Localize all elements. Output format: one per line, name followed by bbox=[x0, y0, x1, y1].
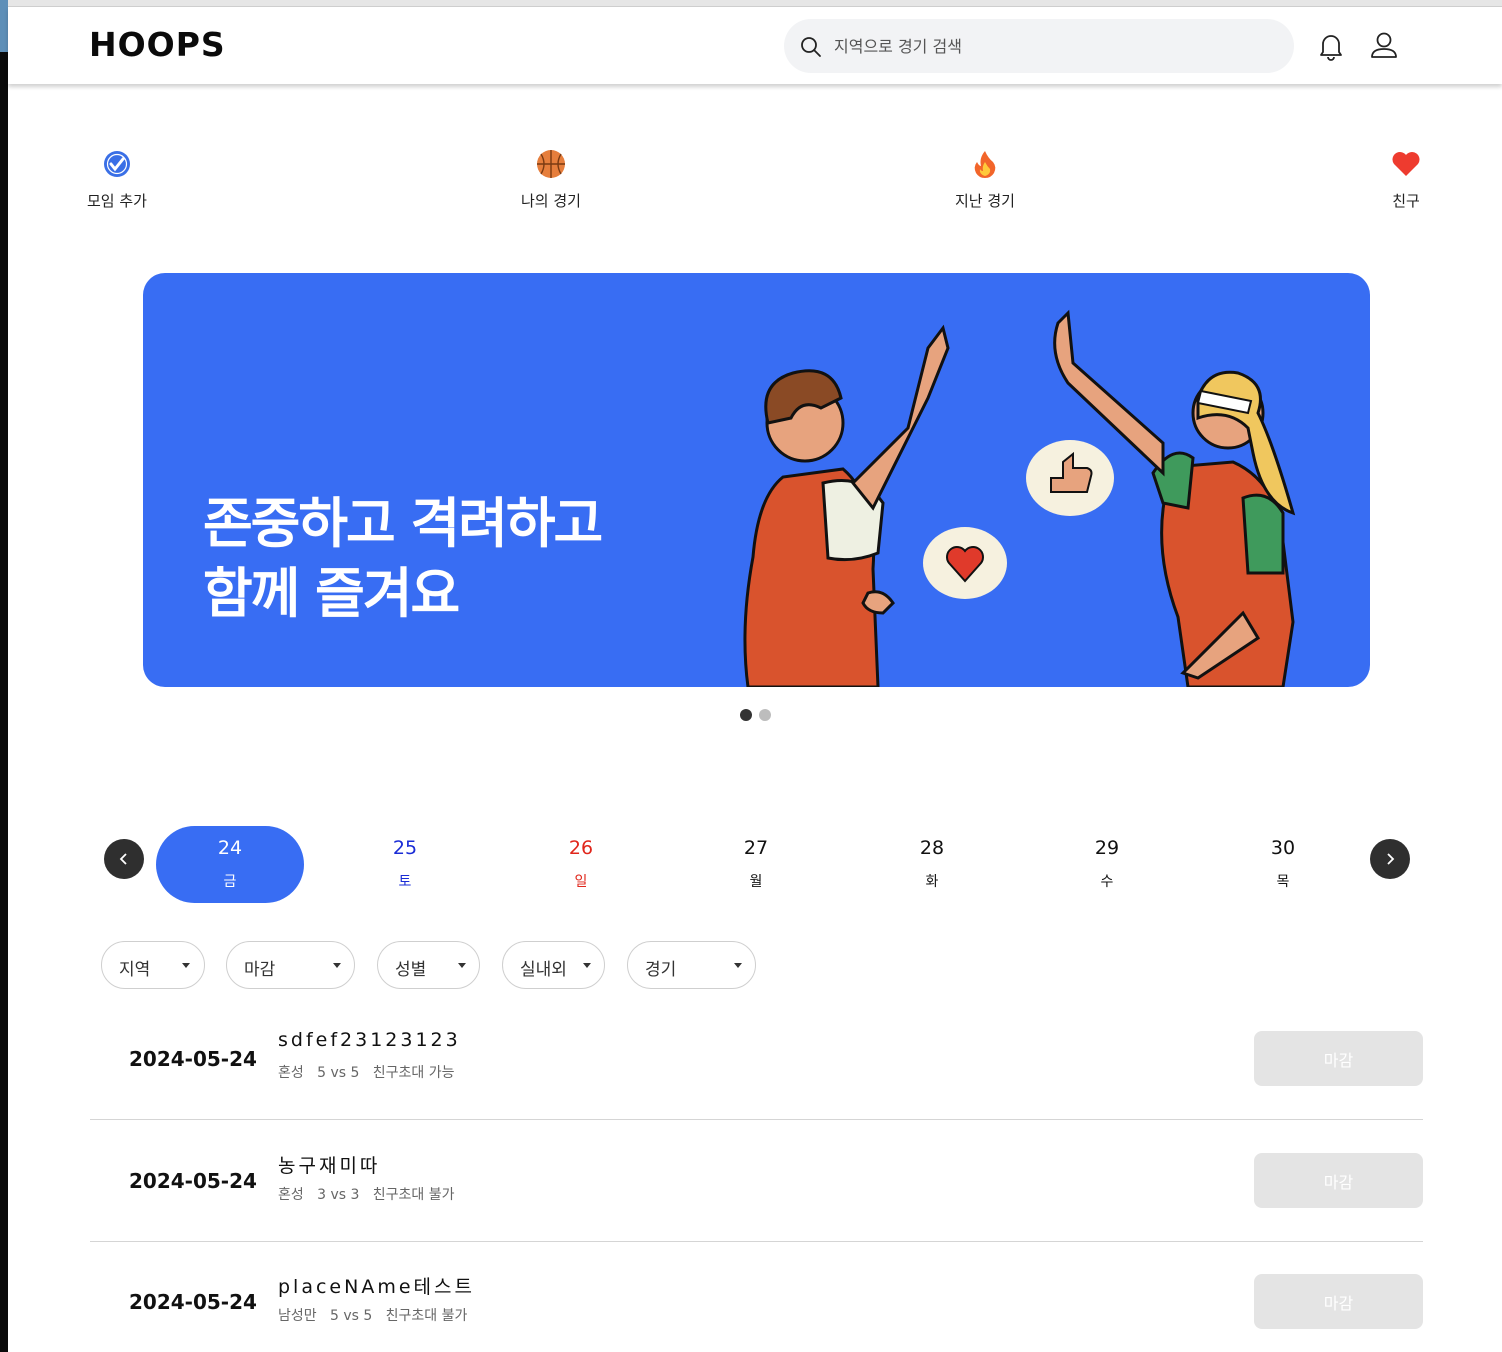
caret-down-icon bbox=[458, 963, 466, 968]
match-gender: 혼성 bbox=[278, 1187, 304, 1203]
day-number: 25 bbox=[392, 837, 418, 859]
carousel-dot-active[interactable] bbox=[740, 709, 752, 721]
carousel-indicator bbox=[740, 706, 778, 725]
browser-top-bar bbox=[8, 0, 1502, 7]
quick-menu-add-meeting[interactable]: 모임 추가 bbox=[87, 148, 147, 211]
filter-label: 실내외 bbox=[520, 960, 567, 980]
heart-icon bbox=[1392, 152, 1420, 176]
day-number: 24 bbox=[217, 837, 243, 859]
filter-label: 성별 bbox=[395, 960, 427, 980]
match-date: 2024-05-24 bbox=[129, 1169, 257, 1193]
day-of-week: 금 bbox=[223, 874, 237, 890]
day-of-week: 월 bbox=[749, 874, 763, 890]
filter-game-dropdown[interactable]: 경기 bbox=[627, 941, 756, 989]
day-number: 27 bbox=[743, 837, 769, 859]
quick-menu-label: 지난 경기 bbox=[955, 192, 1015, 210]
banner-line-2: 함께 즐겨요 bbox=[203, 562, 460, 625]
banner-line-1: 존중하고 격려하고 bbox=[203, 492, 603, 555]
search-bar[interactable] bbox=[784, 19, 1294, 73]
divider bbox=[90, 1241, 1423, 1242]
match-date: 2024-05-24 bbox=[129, 1047, 257, 1071]
day-of-week: 수 bbox=[1100, 874, 1114, 890]
calendar-day[interactable]: 25 토 bbox=[331, 826, 479, 903]
match-place-name: placeNAme테스트 bbox=[278, 1276, 475, 1298]
match-meta: 남성만 5 vs 5 친구초대 불가 bbox=[278, 1305, 467, 1325]
window-edge bbox=[0, 0, 8, 1352]
calendar-day[interactable]: 30 목 bbox=[1209, 826, 1357, 903]
filter-region-dropdown[interactable]: 지역 bbox=[101, 941, 205, 989]
day-number: 28 bbox=[919, 837, 945, 859]
quick-menu-past-games[interactable]: 지난 경기 bbox=[955, 148, 1015, 211]
quick-menu-label: 나의 경기 bbox=[521, 192, 581, 210]
caret-down-icon bbox=[182, 963, 190, 968]
filter-indoor-outdoor-dropdown[interactable]: 실내외 bbox=[502, 941, 605, 989]
promo-banner[interactable]: 존중하고 격려하고 함께 즐겨요 bbox=[143, 273, 1370, 687]
match-invite: 친구초대 불가 bbox=[372, 1187, 455, 1203]
match-place-name: sdfef23123123 bbox=[278, 1029, 461, 1051]
match-format: 3 vs 3 bbox=[317, 1187, 360, 1203]
filter-label: 지역 bbox=[119, 960, 151, 980]
match-date: 2024-05-24 bbox=[129, 1290, 257, 1314]
search-icon bbox=[801, 37, 821, 57]
match-list-item[interactable]: 2024-05-24 placeNAme테스트 남성만 5 vs 5 친구초대 … bbox=[90, 1243, 1423, 1352]
banner-headline: 존중하고 격려하고 함께 즐겨요 bbox=[203, 489, 603, 629]
quick-menu-my-games[interactable]: 나의 경기 bbox=[521, 148, 581, 211]
day-number: 26 bbox=[568, 837, 594, 859]
logo[interactable]: HOOPS bbox=[89, 25, 226, 64]
filter-label: 경기 bbox=[645, 960, 677, 980]
filter-deadline-dropdown[interactable]: 마감 bbox=[226, 941, 355, 989]
basketball-icon bbox=[536, 150, 565, 178]
filter-gender-dropdown[interactable]: 성별 bbox=[377, 941, 480, 989]
match-format: 5 vs 5 bbox=[330, 1308, 373, 1324]
caret-down-icon bbox=[583, 963, 591, 968]
match-meta: 혼성 3 vs 3 친구초대 불가 bbox=[278, 1184, 455, 1204]
calendar-day[interactable]: 27 월 bbox=[682, 826, 830, 903]
calendar-prev-button[interactable] bbox=[104, 839, 144, 879]
match-place-name: 농구재미따 bbox=[278, 1155, 381, 1177]
chevron-right-icon bbox=[1387, 853, 1395, 865]
chevron-left-icon bbox=[119, 853, 127, 865]
closed-button[interactable]: 마감 bbox=[1254, 1274, 1423, 1329]
match-gender: 혼성 bbox=[278, 1065, 304, 1081]
carousel-dot[interactable] bbox=[759, 709, 771, 721]
fire-icon bbox=[974, 151, 996, 178]
divider bbox=[90, 1119, 1423, 1120]
quick-menu-label: 모임 추가 bbox=[87, 192, 147, 210]
day-of-week: 일 bbox=[574, 874, 588, 890]
search-input[interactable] bbox=[834, 29, 1264, 63]
caret-down-icon bbox=[734, 963, 742, 968]
high-five-illustration bbox=[743, 309, 1296, 687]
calendar-next-button[interactable] bbox=[1370, 839, 1410, 879]
match-list-item[interactable]: 2024-05-24 sdfef23123123 혼성 5 vs 5 친구초대 … bbox=[90, 1000, 1423, 1121]
closed-button[interactable]: 마감 bbox=[1254, 1153, 1423, 1208]
day-number: 30 bbox=[1270, 837, 1296, 859]
calendar-day[interactable]: 28 화 bbox=[858, 826, 1006, 903]
bell-icon[interactable] bbox=[1318, 31, 1344, 61]
blue-check-badge-icon bbox=[103, 151, 130, 177]
match-meta: 혼성 5 vs 5 친구초대 가능 bbox=[278, 1062, 455, 1082]
match-invite: 친구초대 불가 bbox=[385, 1308, 468, 1324]
caret-down-icon bbox=[333, 963, 341, 968]
calendar-day[interactable]: 26 일 bbox=[507, 826, 655, 903]
window-edge-accent bbox=[0, 0, 8, 52]
match-invite: 친구초대 가능 bbox=[372, 1065, 455, 1081]
day-of-week: 토 bbox=[398, 874, 412, 890]
day-of-week: 목 bbox=[1276, 874, 1290, 890]
match-format: 5 vs 5 bbox=[317, 1065, 360, 1081]
calendar-day[interactable]: 24 금 bbox=[156, 826, 304, 903]
filter-label: 마감 bbox=[244, 960, 276, 980]
day-of-week: 화 bbox=[925, 874, 939, 890]
day-number: 29 bbox=[1094, 837, 1120, 859]
match-list-item[interactable]: 2024-05-24 농구재미따 혼성 3 vs 3 친구초대 불가 마감 bbox=[90, 1122, 1423, 1243]
quick-menu-friends[interactable]: 친구 bbox=[1390, 148, 1422, 211]
quick-menu-label: 친구 bbox=[1392, 192, 1420, 210]
user-icon[interactable] bbox=[1369, 31, 1399, 61]
calendar-day[interactable]: 29 수 bbox=[1033, 826, 1181, 903]
closed-button[interactable]: 마감 bbox=[1254, 1031, 1423, 1086]
top-navbar: HOOPS bbox=[8, 7, 1502, 84]
match-gender: 남성만 bbox=[278, 1308, 317, 1324]
